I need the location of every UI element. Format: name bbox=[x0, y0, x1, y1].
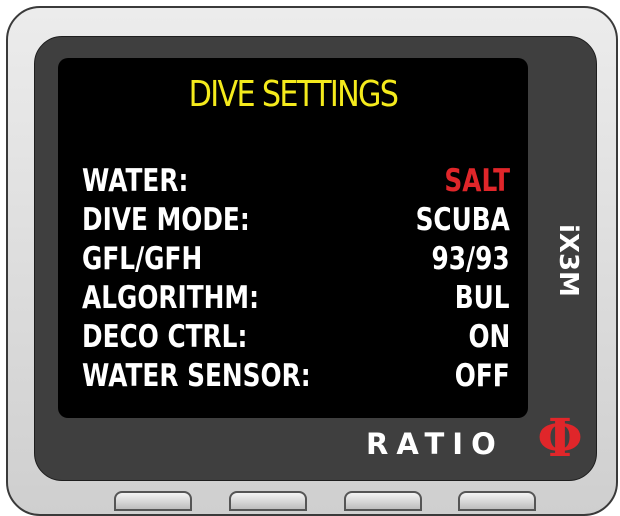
setting-label: DECO CTRL: bbox=[82, 319, 248, 355]
hardware-button-2[interactable] bbox=[229, 491, 307, 511]
setting-row-deco-ctrl[interactable]: DECO CTRL: ON bbox=[58, 316, 528, 358]
setting-row-gradient-factors[interactable]: GFL/GFH 93/93 bbox=[58, 238, 528, 280]
dive-computer-screen: DIVE SETTINGS WATER: SALT DIVE MODE: SCU… bbox=[58, 58, 528, 418]
setting-label: WATER: bbox=[82, 163, 189, 199]
setting-label: WATER SENSOR: bbox=[82, 358, 311, 394]
setting-row-water[interactable]: WATER: SALT bbox=[58, 160, 528, 202]
setting-label: GFL/GFH bbox=[82, 241, 203, 277]
setting-value: SALT bbox=[444, 163, 510, 199]
model-label: iX3M bbox=[553, 224, 583, 297]
hardware-button-1[interactable] bbox=[114, 491, 192, 511]
setting-value: ON bbox=[468, 319, 510, 355]
brand-logo-text: RATIO bbox=[366, 427, 504, 461]
setting-value: OFF bbox=[455, 358, 510, 394]
setting-row-dive-mode[interactable]: DIVE MODE: SCUBA bbox=[58, 199, 528, 241]
setting-label: DIVE MODE: bbox=[82, 202, 250, 238]
setting-label: ALGORITHM: bbox=[82, 280, 260, 316]
setting-value: SCUBA bbox=[415, 202, 510, 238]
screen-title: DIVE SETTINGS bbox=[188, 74, 399, 115]
setting-value: BUL bbox=[455, 280, 510, 316]
setting-row-water-sensor[interactable]: WATER SENSOR: OFF bbox=[58, 355, 528, 397]
setting-row-algorithm[interactable]: ALGORITHM: BUL bbox=[58, 277, 528, 319]
hardware-button-3[interactable] bbox=[344, 491, 422, 511]
hardware-button-4[interactable] bbox=[458, 491, 536, 511]
setting-value: 93/93 bbox=[431, 241, 510, 277]
phi-logo-icon: Φ bbox=[537, 408, 583, 469]
